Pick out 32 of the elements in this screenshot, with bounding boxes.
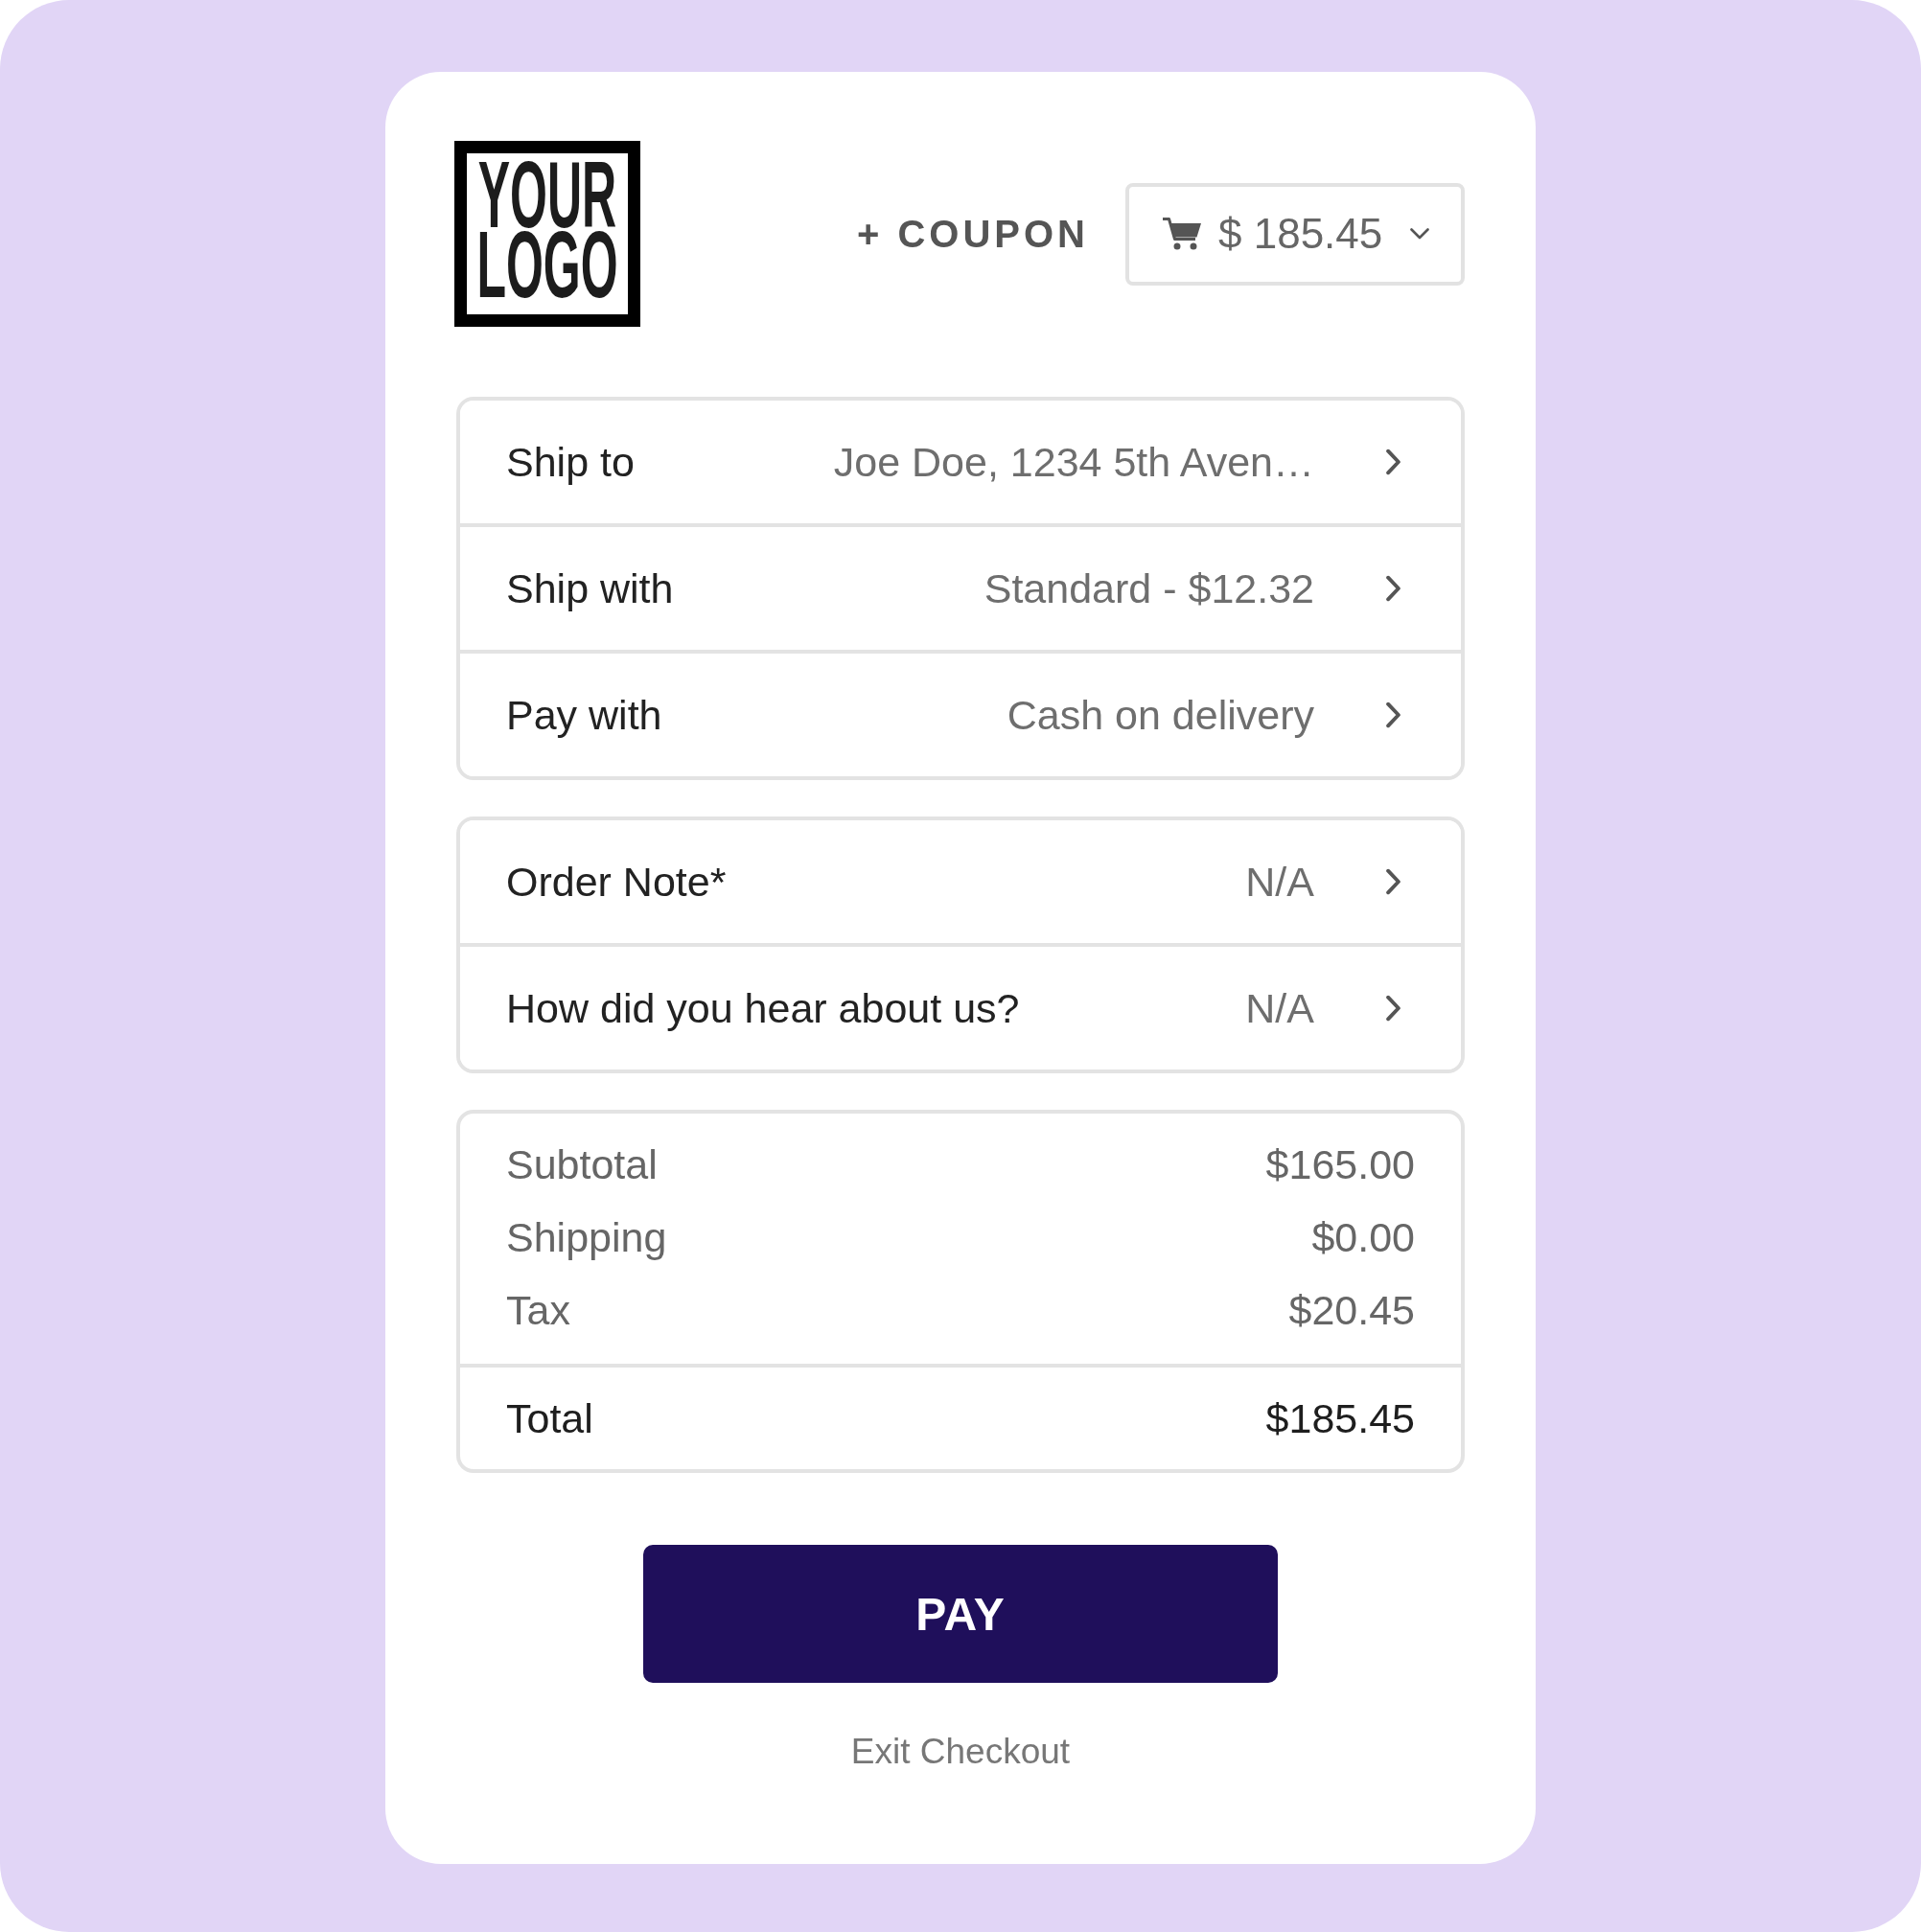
coupon-button[interactable]: + COUPON [856, 212, 1089, 256]
option-value: Standard - $12.32 [984, 564, 1314, 612]
summary-label: Subtotal [506, 1140, 658, 1188]
caret-icon [1410, 228, 1429, 240]
total-label: Total [506, 1394, 593, 1442]
option-label: Ship with [506, 564, 675, 612]
chevron-icon [1385, 868, 1401, 895]
option-value: N/A [1245, 858, 1314, 906]
option-value: Cash on delivery [1007, 691, 1314, 739]
option-row[interactable]: Pay with Cash on delivery [460, 650, 1461, 776]
logo: YOUR LOGO [454, 141, 640, 327]
cart-icon [1163, 218, 1201, 250]
option-label: Pay with [506, 691, 663, 739]
option-value: Joe Doe, 1234 5th Aven… [833, 438, 1314, 486]
exit-checkout-link[interactable]: Exit Checkout [850, 1731, 1071, 1773]
total-value: $185.45 [1265, 1394, 1415, 1442]
summary-label: Shipping [506, 1213, 667, 1261]
summary-label: Tax [506, 1286, 570, 1334]
chevron-icon [1385, 995, 1401, 1022]
option-label: Order Note* [506, 858, 728, 906]
summary-value: $0.00 [1311, 1213, 1415, 1261]
pay-button[interactable]: PAY [643, 1545, 1278, 1683]
option-row[interactable]: How did you hear about us? N/A [460, 943, 1461, 1070]
chevron-icon [1385, 702, 1401, 728]
cart-total-button[interactable]: $ 185.45 [1125, 182, 1465, 286]
option-label: Ship to [506, 438, 636, 486]
option-value: N/A [1245, 984, 1314, 1032]
option-label: How did you hear about us? [506, 984, 1021, 1032]
chevron-icon [1385, 575, 1401, 602]
summary-value: $165.00 [1265, 1140, 1415, 1188]
chevron-icon [1385, 448, 1401, 475]
summary-value: $20.45 [1288, 1286, 1415, 1334]
